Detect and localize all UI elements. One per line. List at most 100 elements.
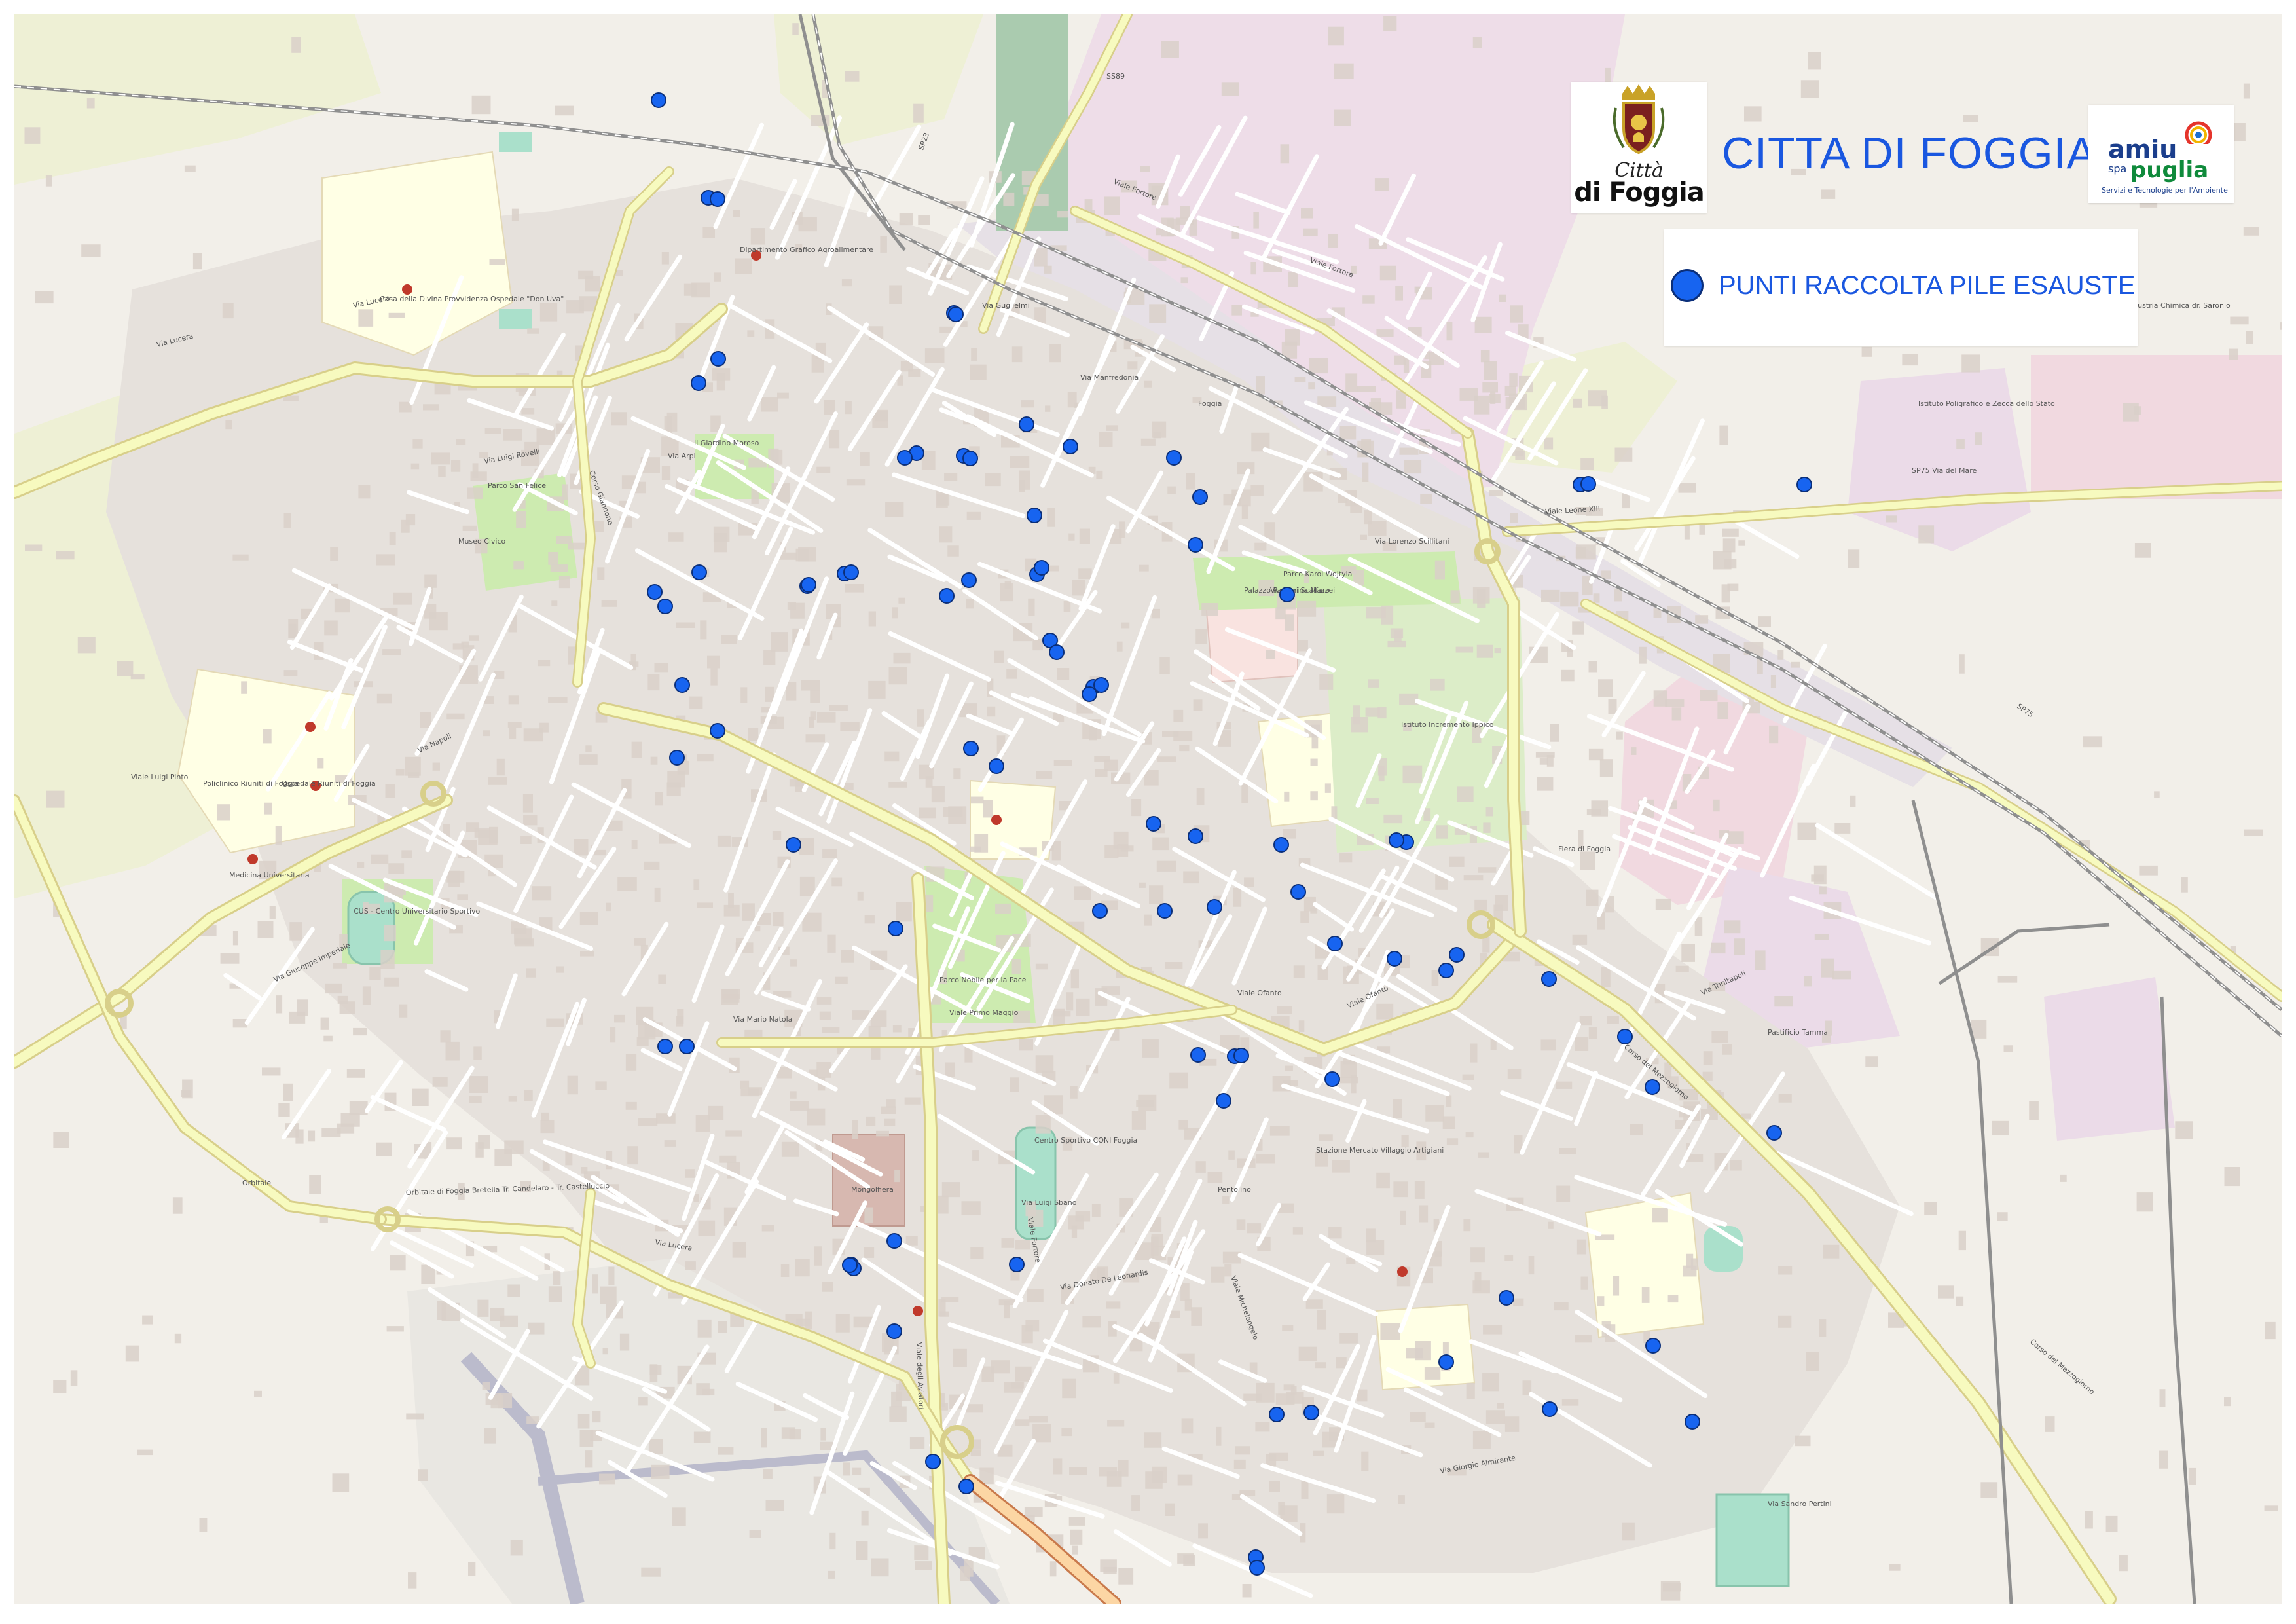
battery-collection-point[interactable] [710, 351, 726, 367]
battery-collection-point[interactable] [1290, 884, 1306, 900]
battery-collection-point[interactable] [939, 588, 955, 604]
building [1861, 346, 1872, 357]
battery-collection-point[interactable] [1082, 686, 1097, 702]
building [1247, 1223, 1262, 1234]
battery-collection-point[interactable] [842, 1257, 858, 1273]
building [1233, 1459, 1246, 1469]
building [656, 1113, 676, 1124]
battery-collection-point[interactable] [786, 837, 801, 853]
building [2188, 1467, 2196, 1485]
battery-collection-point[interactable] [657, 1039, 673, 1054]
building [799, 838, 814, 855]
battery-collection-point[interactable] [674, 677, 690, 693]
battery-collection-point[interactable] [1233, 1048, 1249, 1063]
battery-collection-point[interactable] [1387, 951, 1402, 967]
battery-collection-point[interactable] [801, 577, 816, 593]
battery-collection-point[interactable] [962, 451, 978, 466]
building [1149, 304, 1167, 323]
hospital-icon [991, 815, 1002, 825]
building [925, 776, 933, 788]
battery-collection-point[interactable] [1327, 936, 1343, 951]
battery-collection-point[interactable] [1279, 587, 1295, 602]
building [763, 1469, 773, 1479]
battery-collection-point[interactable] [925, 1454, 941, 1469]
battery-collection-point[interactable] [651, 92, 666, 108]
building [953, 1348, 967, 1367]
battery-collection-point[interactable] [1269, 1407, 1285, 1422]
battery-collection-point[interactable] [888, 921, 903, 936]
battery-collection-point[interactable] [647, 584, 663, 600]
building [1690, 1258, 1698, 1270]
battery-collection-point[interactable] [886, 1323, 902, 1339]
battery-collection-point[interactable] [710, 723, 725, 739]
building [1280, 144, 1290, 164]
battery-collection-point[interactable] [948, 306, 964, 322]
battery-collection-point[interactable] [1034, 560, 1049, 576]
battery-collection-point[interactable] [886, 1233, 902, 1249]
battery-collection-point[interactable] [679, 1039, 695, 1054]
building [1113, 1373, 1120, 1384]
battery-collection-point[interactable] [1645, 1079, 1660, 1095]
battery-collection-point[interactable] [1580, 476, 1596, 492]
battery-collection-point[interactable] [1438, 1354, 1454, 1370]
building [477, 1299, 489, 1317]
battery-collection-point[interactable] [691, 375, 706, 391]
battery-collection-point[interactable] [1188, 537, 1203, 553]
battery-collection-point[interactable] [1324, 1071, 1340, 1087]
battery-collection-point[interactable] [1157, 903, 1173, 919]
battery-collection-point[interactable] [1499, 1290, 1514, 1306]
building [884, 1118, 896, 1126]
building [786, 682, 797, 701]
battery-collection-point[interactable] [1438, 963, 1454, 978]
battery-collection-point[interactable] [1685, 1414, 1700, 1430]
battery-collection-point[interactable] [1389, 832, 1404, 848]
battery-collection-point[interactable] [1166, 450, 1182, 466]
battery-collection-point[interactable] [1092, 903, 1108, 919]
battery-collection-point[interactable] [1019, 416, 1034, 432]
building [1193, 699, 1203, 710]
battery-collection-point[interactable] [669, 750, 685, 766]
battery-collection-point[interactable] [1093, 677, 1109, 693]
battery-collection-point[interactable] [961, 572, 977, 588]
battery-collection-point[interactable] [1009, 1257, 1025, 1272]
building [1288, 271, 1298, 287]
battery-collection-point[interactable] [1303, 1405, 1319, 1420]
battery-collection-point[interactable] [1190, 1047, 1206, 1063]
battery-collection-point[interactable] [691, 564, 707, 580]
coat-of-arms-icon [1613, 84, 1665, 155]
battery-collection-point[interactable] [989, 758, 1004, 774]
building [1550, 724, 1559, 742]
battery-collection-point[interactable] [1645, 1338, 1661, 1354]
battery-collection-point[interactable] [1541, 971, 1557, 987]
battery-collection-point[interactable] [1273, 837, 1289, 853]
battery-collection-point[interactable] [1207, 899, 1222, 915]
building [1482, 937, 1490, 953]
battery-collection-point[interactable] [1188, 828, 1203, 844]
battery-collection-point[interactable] [1796, 477, 1812, 492]
battery-collection-point[interactable] [1049, 644, 1065, 660]
battery-collection-point[interactable] [958, 1479, 974, 1494]
battery-collection-point[interactable] [1192, 489, 1208, 505]
building [1463, 875, 1484, 881]
battery-collection-point[interactable] [1617, 1029, 1633, 1044]
battery-collection-point[interactable] [710, 191, 725, 207]
building [824, 400, 835, 415]
building [1015, 1240, 1030, 1250]
battery-collection-point[interactable] [1146, 816, 1161, 832]
building [1015, 1419, 1030, 1426]
building [1170, 1310, 1180, 1318]
battery-collection-point[interactable] [1063, 439, 1078, 454]
battery-collection-point[interactable] [1216, 1093, 1231, 1109]
battery-collection-point[interactable] [963, 741, 979, 756]
battery-collection-point[interactable] [1766, 1125, 1782, 1141]
battery-collection-point[interactable] [1449, 947, 1465, 963]
battery-collection-point[interactable] [1249, 1560, 1265, 1576]
battery-collection-point[interactable] [1542, 1401, 1558, 1417]
battery-collection-point[interactable] [843, 564, 859, 580]
battery-collection-point[interactable] [1027, 507, 1042, 523]
building [471, 95, 491, 115]
battery-collection-point[interactable] [657, 599, 673, 614]
building [1834, 823, 1851, 834]
building [845, 584, 864, 593]
battery-collection-point[interactable] [897, 450, 913, 466]
